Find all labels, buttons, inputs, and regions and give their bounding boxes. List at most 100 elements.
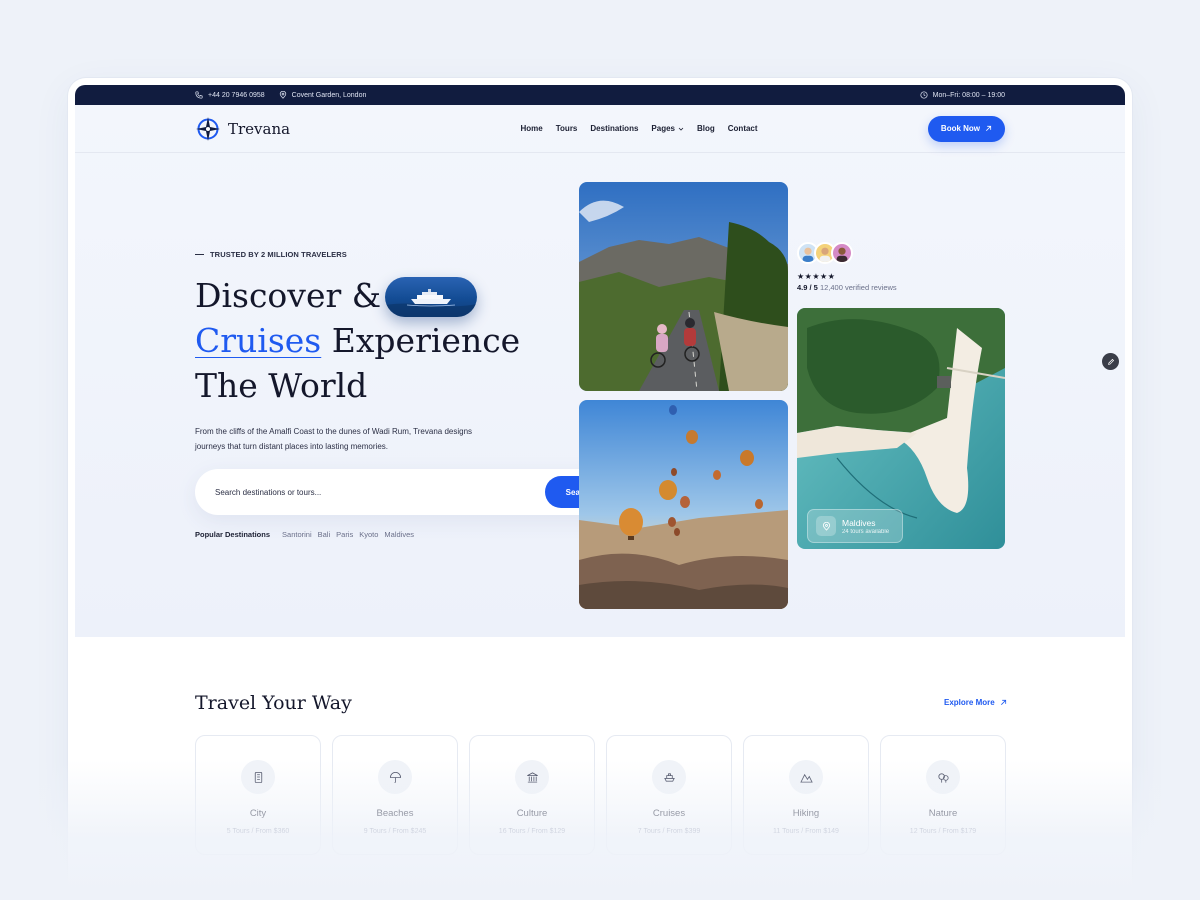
eyebrow-text: TRUSTED BY 2 MILLION TRAVELERS	[210, 250, 347, 259]
phone-number: +44 20 7946 0958	[208, 91, 265, 99]
category-icon-wrap	[515, 760, 549, 794]
popular-destinations: Popular Destinations Santorini Bali Pari…	[195, 530, 414, 539]
nav-pages-label: Pages	[651, 124, 675, 133]
cruise-ship-thumbnail	[385, 277, 477, 317]
category-icon-wrap	[926, 760, 960, 794]
phone-icon	[195, 91, 203, 99]
featured-location-tours: 24 tours available	[842, 528, 890, 535]
category-card-beaches[interactable]: Beaches 9 Tours / From $245	[332, 735, 458, 855]
nav-blog[interactable]: Blog	[697, 124, 715, 133]
cruise-ship-image	[385, 289, 477, 317]
location-info: Covent Garden, London	[279, 91, 367, 99]
nav-tours[interactable]: Tours	[556, 124, 578, 133]
mountain-icon	[799, 773, 813, 783]
cycling-image	[579, 182, 788, 391]
explore-more-link[interactable]: Explore More	[944, 698, 1007, 707]
popular-label: Popular Destinations	[195, 530, 271, 539]
category-meta: 9 Tours / From $245	[363, 828, 427, 835]
headline-line-3: The World	[195, 366, 368, 405]
category-name: City	[249, 808, 267, 819]
category-card-cruises[interactable]: Cruises 7 Tours / From $399	[606, 735, 732, 855]
nav-destinations[interactable]: Destinations	[590, 124, 638, 133]
tree-icon	[937, 772, 949, 783]
building-icon	[254, 771, 262, 783]
category-card-nature[interactable]: Nature 12 Tours / From $179	[880, 735, 1006, 855]
category-icon-wrap	[789, 760, 823, 794]
popular-bali[interactable]: Bali	[318, 530, 331, 539]
museum-icon	[526, 771, 538, 783]
compass-logo-icon	[196, 116, 220, 141]
category-name: Culture	[516, 808, 548, 819]
category-cards: City 5 Tours / From $360 Beaches 9 Tours…	[195, 735, 1006, 855]
balloons-image	[579, 400, 788, 609]
location-text: Covent Garden, London	[291, 91, 367, 99]
popular-maldives[interactable]: Maldives	[384, 530, 414, 539]
main-nav: Trevana Home Tours Destinations Pages Bl…	[75, 105, 1125, 153]
category-icon-wrap	[241, 760, 275, 794]
category-meta: 5 Tours / From $360	[226, 828, 290, 835]
headline-line-2-rest: Experience	[331, 321, 521, 360]
category-icon-wrap	[652, 760, 686, 794]
popular-paris[interactable]: Paris	[336, 530, 353, 539]
map-pin-icon	[279, 91, 286, 99]
edit-fab-button[interactable]	[1102, 353, 1119, 370]
book-now-button[interactable]: Book Now	[927, 115, 1005, 142]
popular-kyoto[interactable]: Kyoto	[359, 530, 378, 539]
reviews-block: ★★★★★ 4.9 / 5 12,400 verified reviews	[797, 242, 897, 292]
section-title: Travel Your Way	[195, 692, 352, 714]
clock-icon	[920, 91, 928, 99]
book-now-label: Book Now	[940, 124, 981, 133]
nav-home[interactable]: Home	[521, 124, 543, 133]
avatar	[831, 242, 853, 264]
trusted-eyebrow: TRUSTED BY 2 MILLION TRAVELERS	[195, 250, 555, 259]
umbrella-icon	[389, 771, 401, 783]
star-rating: ★★★★★	[797, 272, 836, 281]
category-name: Nature	[928, 808, 958, 819]
top-info-bar: +44 20 7946 0958 Covent Garden, London M…	[75, 85, 1125, 105]
featured-location-card[interactable]: Maldives 24 tours available	[807, 509, 903, 543]
explore-more-label: Explore More	[944, 698, 995, 707]
brand-logo[interactable]: Trevana	[195, 116, 290, 142]
category-meta: 7 Tours / From $399	[637, 828, 701, 835]
headline-highlight: Cruises	[195, 321, 322, 360]
featured-location-name: Maldives	[842, 517, 876, 528]
hero-headline: Discover & Cruises Experience The World	[195, 273, 555, 408]
search-bar: Search	[195, 469, 631, 515]
arrow-up-right-icon	[1000, 699, 1006, 705]
headline-line-1: Discover &	[195, 276, 382, 315]
search-input[interactable]	[215, 487, 545, 497]
category-name: Beaches	[376, 808, 414, 819]
category-meta: 11 Tours / From $149	[773, 828, 839, 835]
hours-text: Mon–Fri: 08:00 – 19:00	[932, 91, 1005, 99]
nav-menu: Home Tours Destinations Pages Blog Conta…	[461, 124, 758, 133]
category-name: Hiking	[792, 808, 820, 819]
rating-text: 4.9 / 5 12,400 verified reviews	[797, 283, 897, 292]
headline-line-2: Cruises Experience	[195, 318, 555, 363]
category-meta: 12 Tours / From $179	[909, 828, 977, 835]
hero-copy: TRUSTED BY 2 MILLION TRAVELERS Discover …	[195, 250, 555, 454]
balloons-photo	[579, 400, 788, 609]
category-card-hiking[interactable]: Hiking 11 Tours / From $149	[743, 735, 869, 855]
category-name: Cruises	[652, 808, 686, 819]
hero-description: From the cliffs of the Amalfi Coast to t…	[195, 427, 473, 451]
category-icon-wrap	[378, 760, 412, 794]
category-card-culture[interactable]: Culture 16 Tours / From $129	[469, 735, 595, 855]
nav-pages[interactable]: Pages	[651, 124, 684, 133]
rating-count: 12,400 verified reviews	[819, 283, 897, 292]
cycling-photo	[579, 182, 788, 391]
category-meta: 16 Tours / From $129	[498, 828, 566, 835]
arrow-up-right-icon	[986, 125, 992, 131]
chevron-down-icon	[678, 127, 684, 131]
location-badge	[816, 516, 836, 536]
maldives-photo[interactable]: Maldives 24 tours available	[797, 308, 1005, 549]
rating-score: 4.9 / 5	[797, 283, 818, 292]
popular-santorini[interactable]: Santorini	[282, 530, 312, 539]
eyebrow-line	[195, 254, 204, 255]
nav-contact[interactable]: Contact	[728, 124, 758, 133]
category-card-city[interactable]: City 5 Tours / From $360	[195, 735, 321, 855]
ship-icon	[663, 772, 675, 782]
hours-info: Mon–Fri: 08:00 – 19:00	[920, 91, 1005, 99]
phone-info[interactable]: +44 20 7946 0958	[195, 91, 265, 99]
featured-location-text: Maldives 24 tours available	[842, 518, 889, 535]
pencil-icon	[1107, 358, 1114, 365]
